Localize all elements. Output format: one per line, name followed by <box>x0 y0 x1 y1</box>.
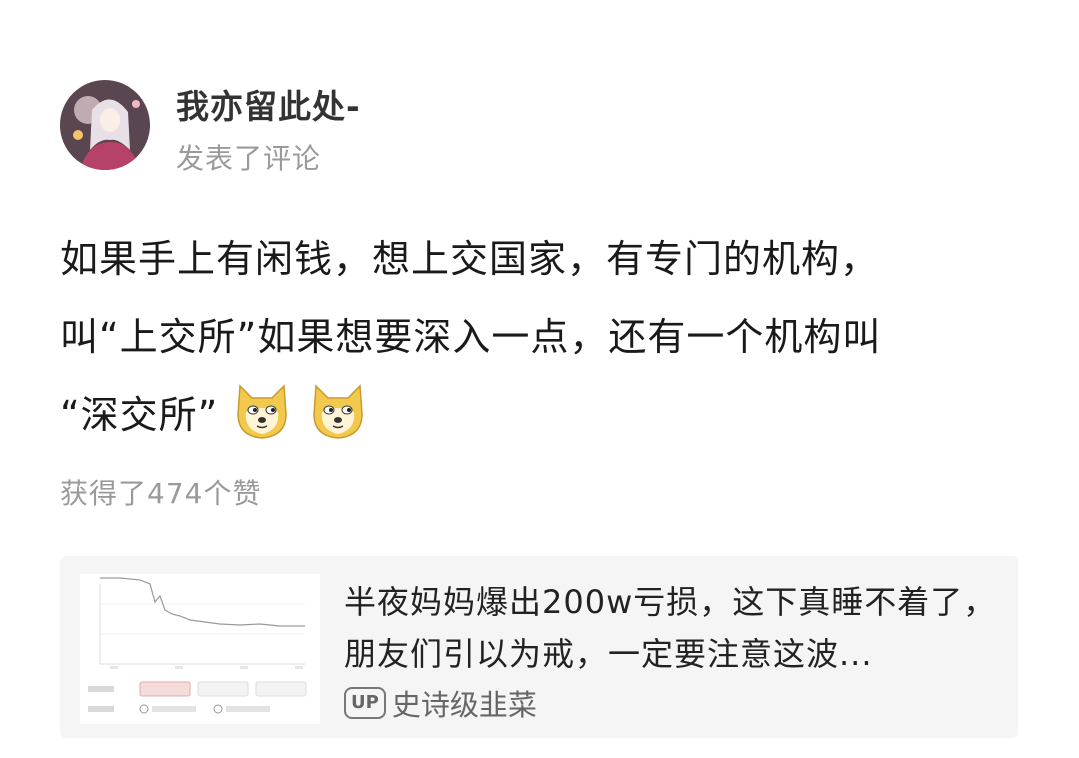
linked-video-card[interactable]: 半夜妈妈爆出200w亏损，这下真睡不着了，朋友们引以为戒，一定要注意这波... … <box>60 556 1018 738</box>
comment-line-3: “深交所” <box>60 376 1020 454</box>
video-title[interactable]: 半夜妈妈爆出200w亏损，这下真睡不着了，朋友们引以为戒，一定要注意这波... <box>344 576 1004 680</box>
author-name[interactable]: 史诗级韭菜 <box>392 682 537 724</box>
like-count: 获得了474个赞 <box>60 477 262 510</box>
doge-emoji-icon <box>237 384 288 439</box>
doge-emoji-icon <box>313 384 364 439</box>
comment-line-2: 叫“上交所”如果想要深入一点，还有一个机构叫 <box>60 315 882 359</box>
up-badge-icon: UP <box>344 687 386 719</box>
video-thumbnail[interactable] <box>80 574 320 724</box>
video-author[interactable]: UP 史诗级韭菜 <box>344 682 537 724</box>
username[interactable]: 我亦留此处- <box>176 80 361 128</box>
user-avatar[interactable] <box>60 80 150 170</box>
comment-content: 如果手上有闲钱，想上交国家，有专门的机构， 叫“上交所”如果想要深入一点，还有一… <box>60 220 1020 454</box>
post-action-label: 发表了评论 <box>176 142 322 175</box>
comment-line-3-text: “深交所” <box>60 393 219 437</box>
comment-line-1: 如果手上有闲钱，想上交国家，有专门的机构， <box>60 237 880 281</box>
